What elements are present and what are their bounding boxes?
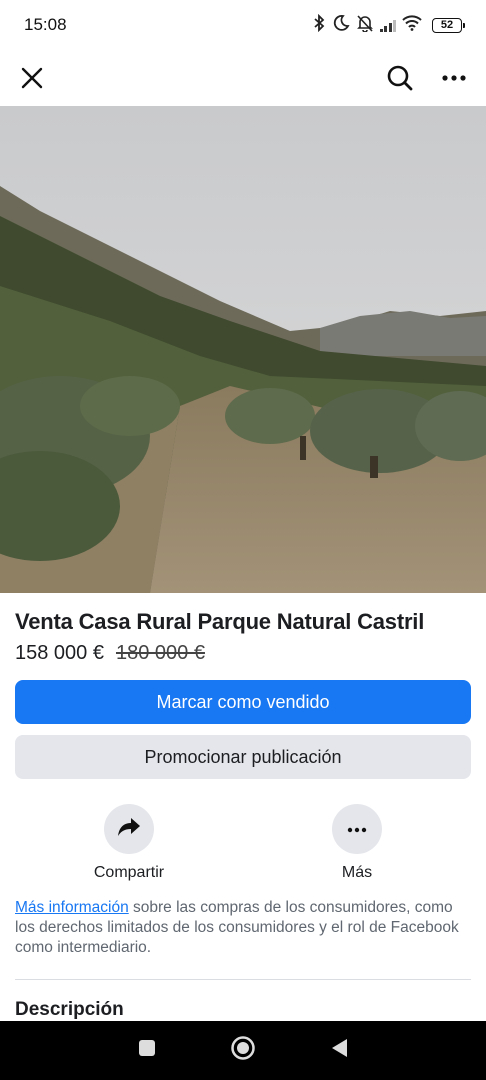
recents-icon[interactable] bbox=[137, 1038, 157, 1063]
share-action[interactable]: Compartir bbox=[74, 804, 184, 882]
back-icon[interactable] bbox=[329, 1037, 349, 1064]
status-time: 15:08 bbox=[24, 15, 67, 34]
promote-button[interactable]: Promocionar publicación bbox=[15, 735, 471, 779]
listing-photo[interactable] bbox=[0, 106, 486, 593]
close-icon[interactable] bbox=[18, 64, 46, 92]
signal-icon bbox=[379, 18, 396, 32]
listing-price: 158 000 € bbox=[15, 642, 104, 664]
moon-icon bbox=[332, 14, 350, 37]
bluetooth-icon bbox=[312, 13, 326, 37]
system-nav-bar bbox=[0, 1021, 486, 1080]
bell-off-icon bbox=[356, 14, 374, 37]
wifi-icon bbox=[402, 14, 422, 36]
more-button[interactable] bbox=[332, 804, 382, 854]
listing-title: Venta Casa Rural Parque Natural Castril bbox=[15, 609, 425, 634]
status-icons: 52 bbox=[312, 13, 465, 37]
more-icon[interactable] bbox=[440, 64, 468, 92]
share-icon bbox=[117, 816, 141, 843]
consumer-info: Más información sobre las compras de los… bbox=[15, 898, 471, 958]
divider bbox=[15, 979, 471, 980]
top-bar bbox=[0, 50, 486, 106]
more-action[interactable]: Más bbox=[302, 804, 412, 882]
status-bar: 15:08 52 bbox=[0, 0, 486, 50]
search-icon[interactable] bbox=[386, 64, 414, 92]
description-heading: Descripción bbox=[15, 999, 124, 1020]
battery-icon: 52 bbox=[432, 17, 465, 33]
share-button[interactable] bbox=[104, 804, 154, 854]
share-label: Compartir bbox=[93, 864, 165, 881]
listing-old-price: 180 000 € bbox=[115, 642, 205, 664]
more-label: Más bbox=[341, 864, 373, 881]
price-row: 158 000 € 180 000 € bbox=[15, 642, 205, 665]
home-icon[interactable] bbox=[230, 1035, 256, 1066]
mark-sold-button[interactable]: Marcar como vendido bbox=[15, 680, 471, 724]
more-info-link[interactable]: Más información bbox=[15, 899, 129, 916]
more-dots-icon bbox=[347, 820, 367, 838]
